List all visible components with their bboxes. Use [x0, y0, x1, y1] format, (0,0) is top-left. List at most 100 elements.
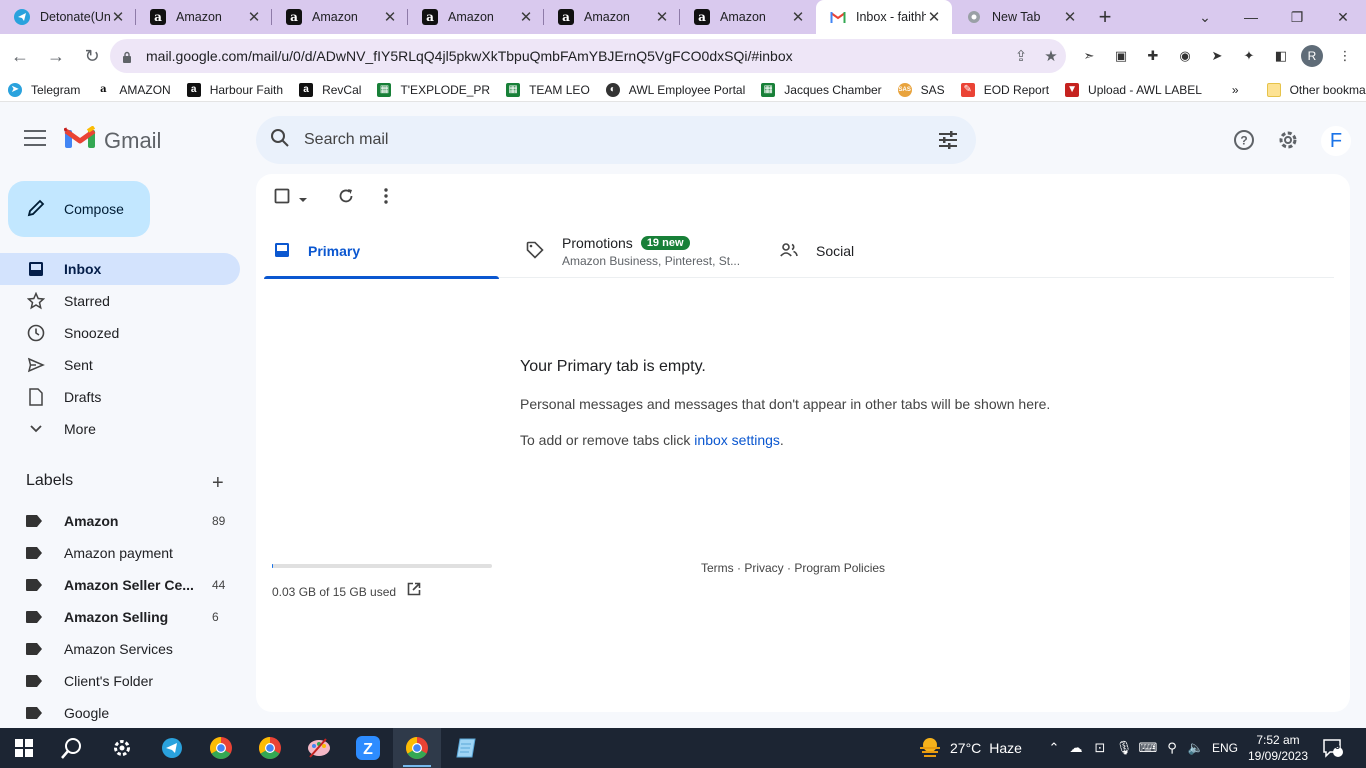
inbox-settings-link[interactable]: inbox settings [694, 432, 780, 448]
volume-icon[interactable]: 🔈 [1184, 740, 1208, 756]
search-input[interactable] [304, 131, 904, 149]
select-checkbox-icon[interactable] [274, 188, 290, 209]
search-icon[interactable] [48, 728, 96, 768]
nav-starred[interactable]: Starred [0, 285, 240, 317]
bookmark-amazon[interactable]: a AMAZON [88, 78, 178, 102]
forward-icon[interactable]: → [40, 40, 72, 72]
browser-tab[interactable]: a Amazon ✕ [544, 0, 680, 34]
input-method-icon[interactable]: ⌨ [1136, 740, 1160, 756]
minimize-icon[interactable]: — [1228, 0, 1274, 34]
label-item[interactable]: Amazon payment [0, 537, 240, 569]
label-item[interactable]: Amazon Seller Ce... 44 [0, 569, 240, 601]
bookmark-eod-report[interactable]: ✎ EOD Report [953, 78, 1057, 102]
label-item[interactable]: Google [0, 697, 240, 728]
browser-tab[interactable]: a Amazon ✕ [408, 0, 544, 34]
bookmark-jacques-chamber[interactable]: ▦ Jacques Chamber [753, 78, 889, 102]
chrome-icon[interactable] [246, 728, 294, 768]
bookmark-team-leo[interactable]: ▦ TEAM LEO [498, 78, 598, 102]
extension-cursor-icon[interactable]: ➤ [1204, 45, 1230, 67]
paint-app-icon[interactable] [295, 728, 343, 768]
extensions-puzzle-icon[interactable]: ✦ [1236, 45, 1262, 67]
nav-drafts[interactable]: Drafts [0, 381, 240, 413]
open-external-icon[interactable] [407, 582, 421, 599]
microphone-icon[interactable]: 🎙 [1112, 740, 1136, 756]
clock[interactable]: 7:52 am 19/09/2023 [1246, 728, 1310, 768]
account-avatar[interactable]: F [1321, 126, 1351, 156]
program-policies-link[interactable]: Program Policies [794, 561, 885, 575]
bookmark-sas[interactable]: SAS SAS [890, 78, 953, 102]
bookmark-awl-portal[interactable]: ◐ AWL Employee Portal [598, 78, 754, 102]
compose-button[interactable]: Compose [8, 181, 150, 237]
search-bar[interactable] [256, 116, 976, 164]
meet-now-icon[interactable]: ⊡ [1088, 740, 1112, 756]
tab-primary[interactable]: Primary [264, 224, 499, 279]
bookmark-texplode[interactable]: ▦ T'EXPLODE_PR [369, 78, 498, 102]
nav-inbox[interactable]: Inbox [0, 253, 240, 285]
terms-link[interactable]: Terms [701, 561, 734, 575]
browser-tab[interactable]: a Amazon ✕ [136, 0, 272, 34]
extension-plus-icon[interactable]: ✚ [1140, 45, 1166, 67]
tab-search-icon[interactable]: ⌄ [1182, 0, 1228, 34]
label-item[interactable]: Amazon Services [0, 633, 240, 665]
extension-circle-icon[interactable]: ◉ [1172, 45, 1198, 67]
nav-snoozed[interactable]: Snoozed [0, 317, 240, 349]
browser-tab[interactable]: New Tab ✕ [952, 0, 1088, 34]
zoom-app-icon[interactable]: Z [344, 728, 392, 768]
windows-start-icon[interactable] [0, 728, 48, 768]
settings-gear-icon[interactable] [98, 728, 146, 768]
lock-icon[interactable] [122, 50, 134, 63]
tab-promotions[interactable]: Promotions 19 new Amazon Business, Pinte… [526, 224, 766, 278]
network-icon[interactable]: ⚲ [1160, 740, 1184, 756]
onedrive-cloud-icon[interactable]: ☁ [1064, 740, 1088, 756]
restore-icon[interactable]: ❐ [1274, 0, 1320, 34]
side-panel-icon[interactable]: ◧ [1268, 45, 1294, 67]
close-tab-icon[interactable]: ✕ [518, 8, 534, 26]
language-indicator[interactable]: ENG [1212, 728, 1238, 768]
bookmarks-overflow-button[interactable]: » [1224, 78, 1247, 102]
bookmark-telegram[interactable]: ➤ Telegram [0, 78, 88, 102]
privacy-link[interactable]: Privacy [744, 561, 783, 575]
close-tab-icon[interactable]: ✕ [246, 8, 262, 26]
chrome-profile-icon[interactable] [197, 728, 245, 768]
extension-arrow-icon[interactable]: ➣ [1076, 45, 1102, 67]
close-tab-icon[interactable]: ✕ [790, 8, 806, 26]
more-options-icon[interactable] [384, 188, 388, 209]
browser-tab[interactable]: a Amazon ✕ [272, 0, 408, 34]
other-bookmarks[interactable]: Other bookmarks [1259, 78, 1366, 102]
bookmark-revcal[interactable]: a RevCal [291, 78, 369, 102]
select-dropdown-icon[interactable] [298, 190, 308, 208]
reload-icon[interactable]: ↻ [76, 40, 108, 72]
refresh-icon[interactable] [338, 188, 354, 209]
close-tab-icon[interactable]: ✕ [382, 8, 398, 26]
close-tab-icon[interactable]: ✕ [654, 8, 670, 26]
label-item[interactable]: Client's Folder [0, 665, 240, 697]
weather-widget[interactable]: 27°C Haze [918, 728, 1022, 768]
main-menu-icon[interactable] [24, 130, 46, 146]
nav-sent[interactable]: Sent [0, 349, 240, 381]
browser-tab[interactable]: Detonate(Unc ✕ [0, 0, 136, 34]
notification-center-icon[interactable]: 5 [1322, 728, 1344, 768]
bookmark-harbour-faith[interactable]: a Harbour Faith [179, 78, 291, 102]
label-item[interactable]: Amazon Selling 6 [0, 601, 240, 633]
close-tab-icon[interactable]: ✕ [110, 8, 126, 26]
profile-avatar[interactable]: R [1301, 45, 1323, 67]
gmail-logo[interactable]: Gmail [63, 125, 161, 155]
browser-tab-active[interactable]: Inbox - faithh ✕ [816, 0, 952, 34]
settings-gear-icon[interactable] [1276, 128, 1300, 152]
extension-off-icon[interactable]: ▣ [1108, 45, 1134, 67]
new-tab-button[interactable]: + [1088, 0, 1122, 34]
back-icon[interactable]: ← [4, 40, 36, 72]
search-icon[interactable] [270, 128, 290, 153]
bookmark-upload-awl[interactable]: ▼ Upload - AWL LABEL [1057, 78, 1210, 102]
menu-kebab-icon[interactable]: ⋮ [1332, 45, 1358, 67]
browser-tab[interactable]: a Amazon ✕ [680, 0, 816, 34]
close-tab-icon[interactable]: ✕ [926, 8, 942, 26]
telegram-icon[interactable] [148, 728, 196, 768]
notepad-app-icon[interactable] [442, 728, 490, 768]
search-options-icon[interactable] [938, 130, 958, 155]
close-tab-icon[interactable]: ✕ [1062, 8, 1078, 26]
close-window-icon[interactable]: ✕ [1320, 0, 1366, 34]
chevron-up-icon[interactable]: ⌃ [1044, 740, 1064, 756]
chrome-active-icon[interactable] [393, 728, 441, 768]
help-icon[interactable]: ? [1232, 128, 1256, 152]
